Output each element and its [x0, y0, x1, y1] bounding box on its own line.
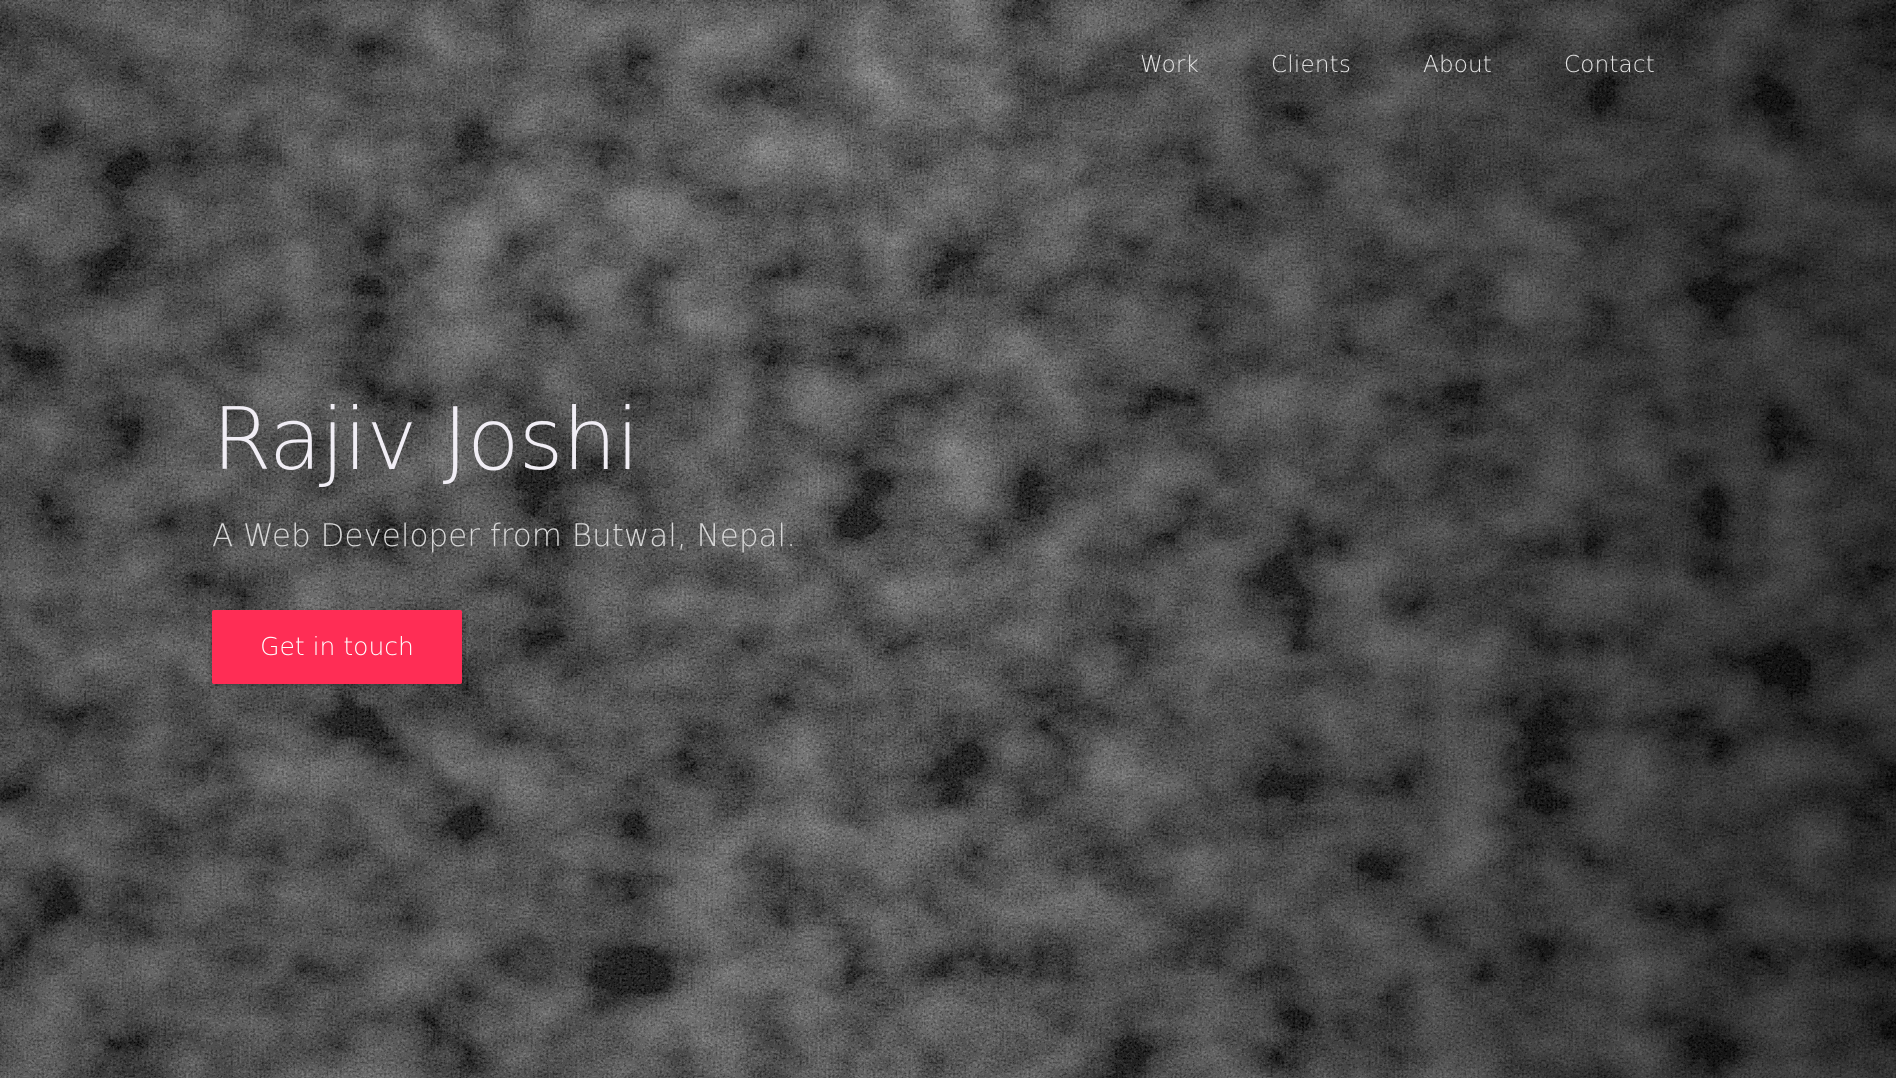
nav-link-about[interactable]: About: [1423, 52, 1492, 78]
hero-title: Rajiv Joshi: [212, 390, 640, 490]
hero-subtitle: A Web Developer from Butwal, Nepal.: [212, 518, 796, 554]
nav-link-work[interactable]: Work: [1140, 52, 1199, 78]
nav-link-clients[interactable]: Clients: [1271, 52, 1351, 78]
main-nav: Work Clients About Contact: [1140, 52, 1700, 78]
hero-section: Rajiv Joshi A Web Developer from Butwal,…: [212, 380, 1112, 684]
nav-link-contact[interactable]: Contact: [1564, 52, 1655, 78]
get-in-touch-button[interactable]: Get in touch: [212, 610, 462, 684]
